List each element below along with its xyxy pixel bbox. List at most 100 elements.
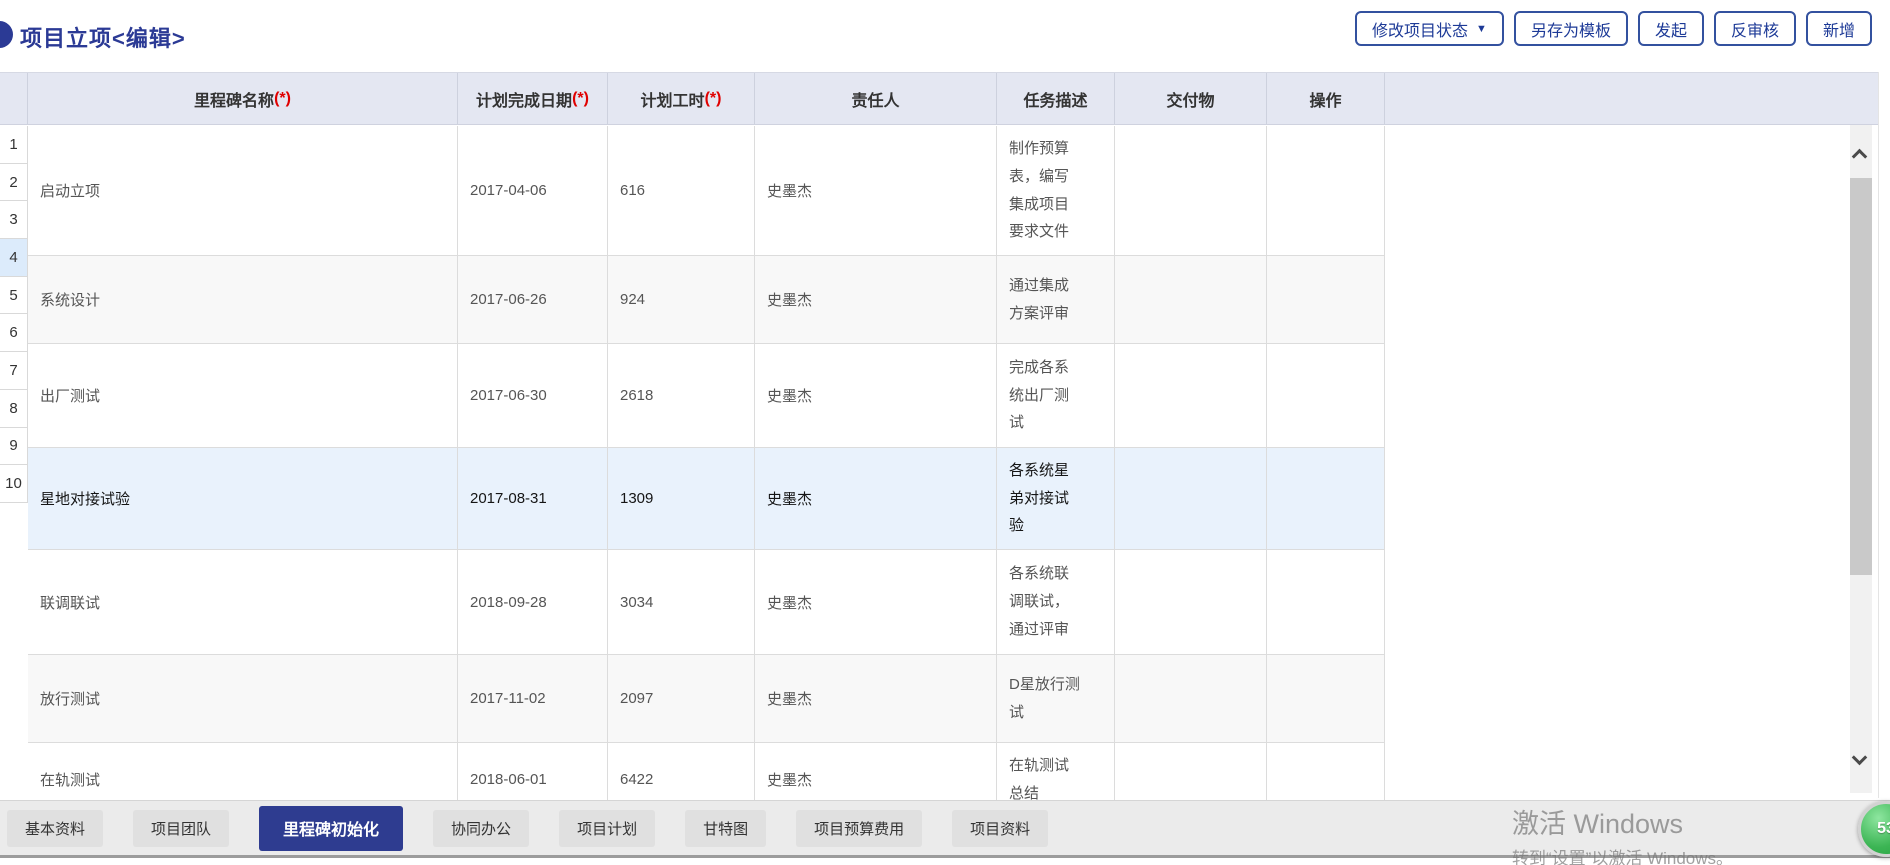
cell-planned-hours[interactable]: 616 xyxy=(608,126,755,255)
tab-basic-info[interactable]: 基本资料 xyxy=(7,810,103,847)
row-number-cell[interactable]: 1 xyxy=(0,126,28,164)
cell-deliverable[interactable] xyxy=(1115,256,1267,343)
tab-project-budget[interactable]: 项目预算费用 xyxy=(796,810,922,847)
cell-milestone-name[interactable]: 出厂测试 xyxy=(28,344,458,447)
cell-task-description[interactable]: 完成各系 统出厂测 试 xyxy=(997,344,1115,447)
scroll-up-icon[interactable] xyxy=(1852,149,1868,165)
cell-planned-finish-date[interactable]: 2017-08-31 xyxy=(458,448,608,549)
cell-owner[interactable]: 史墨杰 xyxy=(755,448,997,549)
cell-owner[interactable]: 史墨杰 xyxy=(755,126,997,255)
cell-owner[interactable]: 史墨杰 xyxy=(755,256,997,343)
scroll-down-icon[interactable] xyxy=(1852,750,1868,766)
row-number-cell[interactable]: 7 xyxy=(0,352,28,390)
row-number-cell[interactable]: 6 xyxy=(0,314,28,352)
initiate-button[interactable]: 发起 xyxy=(1638,11,1704,46)
project-initiation-page: 项目立项<编辑> 修改项目状态 ▼ 另存为模板 发起 反审核 新增 里程碑名称(… xyxy=(0,0,1890,865)
tab-project-documents[interactable]: 项目资料 xyxy=(952,810,1048,847)
row-number-cell[interactable]: 8 xyxy=(0,390,28,428)
cell-action[interactable] xyxy=(1267,655,1385,742)
cell-task-description[interactable]: 各系统星 弟对接试 验 xyxy=(997,448,1115,549)
cell-owner[interactable]: 史墨杰 xyxy=(755,550,997,654)
cell-deliverable[interactable] xyxy=(1115,126,1267,255)
cell-milestone-name[interactable]: 联调联试 xyxy=(28,550,458,654)
cell-planned-finish-date[interactable]: 2017-04-06 xyxy=(458,126,608,255)
cell-owner[interactable]: 史墨杰 xyxy=(755,655,997,742)
col-header-planned-hours: 计划工时(*) xyxy=(608,73,755,124)
add-button[interactable]: 新增 xyxy=(1806,11,1872,46)
cell-milestone-name[interactable]: 在轨测试 xyxy=(28,743,458,800)
tab-project-team[interactable]: 项目团队 xyxy=(133,810,229,847)
table-row[interactable]: 启动立项 2017-04-06 616 史墨杰 制作预算 表，编写 集成项目 要… xyxy=(28,126,1385,256)
cell-action[interactable] xyxy=(1267,126,1385,255)
vertical-scrollbar[interactable] xyxy=(1850,125,1872,793)
tab-collaboration[interactable]: 协同办公 xyxy=(433,810,529,847)
header-filler xyxy=(1385,73,1878,124)
cell-deliverable[interactable] xyxy=(1115,344,1267,447)
cell-task-description[interactable]: 在轨测试 总结 xyxy=(997,743,1115,800)
scrollbar-thumb[interactable] xyxy=(1850,178,1872,575)
row-number-column: 1 2 3 4 5 6 7 8 9 10 xyxy=(0,126,28,503)
cell-action[interactable] xyxy=(1267,344,1385,447)
tab-gantt-chart[interactable]: 甘特图 xyxy=(685,810,766,847)
cell-planned-finish-date[interactable]: 2017-11-02 xyxy=(458,655,608,742)
change-project-status-button[interactable]: 修改项目状态 ▼ xyxy=(1355,11,1504,46)
bottom-tab-bar: 基本资料 项目团队 里程碑初始化 协同办公 项目计划 甘特图 项目预算费用 项目… xyxy=(0,800,1890,858)
row-number-header xyxy=(0,73,28,124)
cell-task-description[interactable]: 通过集成 方案评审 xyxy=(997,256,1115,343)
cell-action[interactable] xyxy=(1267,448,1385,549)
tab-project-plan[interactable]: 项目计划 xyxy=(559,810,655,847)
tab-milestone-init[interactable]: 里程碑初始化 xyxy=(259,806,403,851)
cell-planned-hours[interactable]: 924 xyxy=(608,256,755,343)
table-row[interactable]: 放行测试 2017-11-02 2097 史墨杰 D星放行测 试 xyxy=(28,655,1385,743)
col-header-task-description: 任务描述 xyxy=(997,73,1115,124)
cell-task-description[interactable]: D星放行测 试 xyxy=(997,655,1115,742)
cell-owner[interactable]: 史墨杰 xyxy=(755,743,997,800)
cell-planned-hours[interactable]: 2618 xyxy=(608,344,755,447)
cell-action[interactable] xyxy=(1267,550,1385,654)
cell-task-description[interactable]: 各系统联 调联试， 通过评审 xyxy=(997,550,1115,654)
cell-planned-finish-date[interactable]: 2018-06-01 xyxy=(458,743,608,800)
cell-milestone-name[interactable]: 系统设计 xyxy=(28,256,458,343)
top-bar: 项目立项<编辑> 修改项目状态 ▼ 另存为模板 发起 反审核 新增 xyxy=(0,0,1890,66)
table-row-selected[interactable]: 星地对接试验 2017-08-31 1309 史墨杰 各系统星 弟对接试 验 xyxy=(28,448,1385,550)
cell-planned-hours[interactable]: 3034 xyxy=(608,550,755,654)
row-number-cell[interactable]: 3 xyxy=(0,201,28,239)
row-number-cell[interactable]: 9 xyxy=(0,428,28,466)
panel-right-edge xyxy=(1878,72,1879,798)
cell-milestone-name[interactable]: 星地对接试验 xyxy=(28,448,458,549)
cell-action[interactable] xyxy=(1267,743,1385,800)
cell-milestone-name[interactable]: 启动立项 xyxy=(28,126,458,255)
row-number-cell-selected[interactable]: 4 xyxy=(0,239,28,277)
title-bullet-icon xyxy=(0,21,13,48)
change-project-status-label: 修改项目状态 xyxy=(1372,17,1468,41)
chevron-down-icon: ▼ xyxy=(1476,23,1487,35)
cell-planned-hours[interactable]: 6422 xyxy=(608,743,755,800)
cell-planned-finish-date[interactable]: 2018-09-28 xyxy=(458,550,608,654)
row-number-cell[interactable]: 2 xyxy=(0,164,28,202)
save-as-template-button[interactable]: 另存为模板 xyxy=(1514,11,1628,46)
table-row[interactable]: 在轨测试 2018-06-01 6422 史墨杰 在轨测试 总结 xyxy=(28,743,1385,800)
col-header-planned-finish-date: 计划完成日期(*) xyxy=(458,73,608,124)
cell-planned-finish-date[interactable]: 2017-06-26 xyxy=(458,256,608,343)
row-number-cell[interactable]: 5 xyxy=(0,277,28,315)
cell-action[interactable] xyxy=(1267,256,1385,343)
cell-deliverable[interactable] xyxy=(1115,448,1267,549)
col-header-milestone-name: 里程碑名称(*) xyxy=(28,73,458,124)
cell-milestone-name[interactable]: 放行测试 xyxy=(28,655,458,742)
cell-task-description[interactable]: 制作预算 表，编写 集成项目 要求文件 xyxy=(997,126,1115,255)
reverse-audit-button[interactable]: 反审核 xyxy=(1714,11,1796,46)
page-title: 项目立项<编辑> xyxy=(20,21,186,53)
cell-owner[interactable]: 史墨杰 xyxy=(755,344,997,447)
table-row[interactable]: 系统设计 2017-06-26 924 史墨杰 通过集成 方案评审 xyxy=(28,256,1385,344)
col-header-action: 操作 xyxy=(1267,73,1385,124)
cell-planned-hours[interactable]: 2097 xyxy=(608,655,755,742)
table-row[interactable]: 出厂测试 2017-06-30 2618 史墨杰 完成各系 统出厂测 试 xyxy=(28,344,1385,448)
table-row[interactable]: 联调联试 2018-09-28 3034 史墨杰 各系统联 调联试， 通过评审 xyxy=(28,550,1385,655)
cell-deliverable[interactable] xyxy=(1115,550,1267,654)
cell-deliverable[interactable] xyxy=(1115,655,1267,742)
cell-planned-hours[interactable]: 1309 xyxy=(608,448,755,549)
cell-deliverable[interactable] xyxy=(1115,743,1267,800)
row-number-cell[interactable]: 10 xyxy=(0,465,28,503)
cell-planned-finish-date[interactable]: 2017-06-30 xyxy=(458,344,608,447)
badge-count: 53 xyxy=(1877,820,1890,838)
